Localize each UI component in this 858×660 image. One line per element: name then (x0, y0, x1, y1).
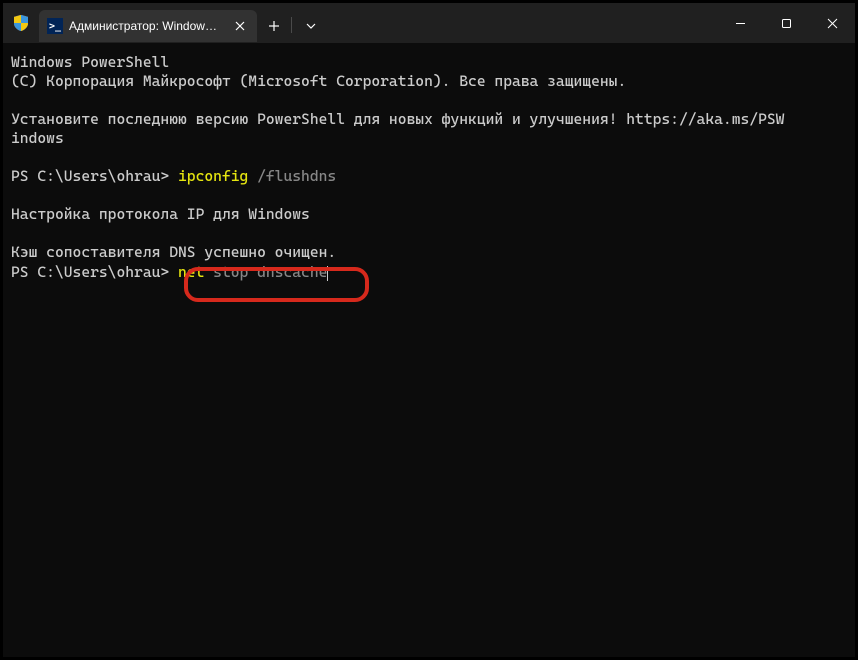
output-line: Windows PowerShell (11, 53, 169, 71)
command-arg: /flushdns (248, 167, 336, 185)
output-line: (C) Корпорация Майкрософт (Microsoft Cor… (11, 72, 626, 90)
minimize-icon (735, 18, 746, 29)
close-window-button[interactable] (809, 3, 855, 43)
prompt: PS C:\Users\ohrau> (11, 167, 178, 185)
tab-dropdown-button[interactable] (296, 10, 326, 42)
prompt: PS C:\Users\ohrau> (11, 263, 178, 281)
output-line: Настройка протокола IP для Windows (11, 205, 310, 223)
tab-title: Администратор: Windows PowerShell (69, 19, 219, 33)
output-line: indows (11, 129, 64, 147)
tab-close-button[interactable] (231, 17, 249, 35)
terminal-window: >_ Администратор: Windows PowerShell (3, 3, 855, 657)
new-tab-button[interactable] (257, 10, 291, 42)
titlebar: >_ Администратор: Windows PowerShell (3, 3, 855, 43)
separator (291, 17, 292, 33)
close-icon (235, 21, 245, 31)
command-name: net (178, 263, 204, 281)
cursor (327, 266, 328, 281)
chevron-down-icon (306, 23, 316, 29)
tab-active[interactable]: >_ Администратор: Windows PowerShell (39, 10, 257, 42)
command-arg: stop dnscache (204, 263, 327, 281)
maximize-button[interactable] (763, 3, 809, 43)
command-name: ipconfig (178, 167, 248, 185)
terminal-output[interactable]: Windows PowerShell (C) Корпорация Майкро… (3, 43, 855, 657)
plus-icon (268, 20, 280, 32)
output-line: Кэш сопоставителя DNS успешно очищен. (11, 243, 336, 261)
powershell-icon: >_ (47, 18, 63, 34)
admin-shield-icon (3, 15, 39, 31)
close-icon (827, 18, 838, 29)
output-line: Установите последнюю версию PowerShell д… (11, 110, 784, 128)
minimize-button[interactable] (717, 3, 763, 43)
maximize-icon (781, 18, 792, 29)
